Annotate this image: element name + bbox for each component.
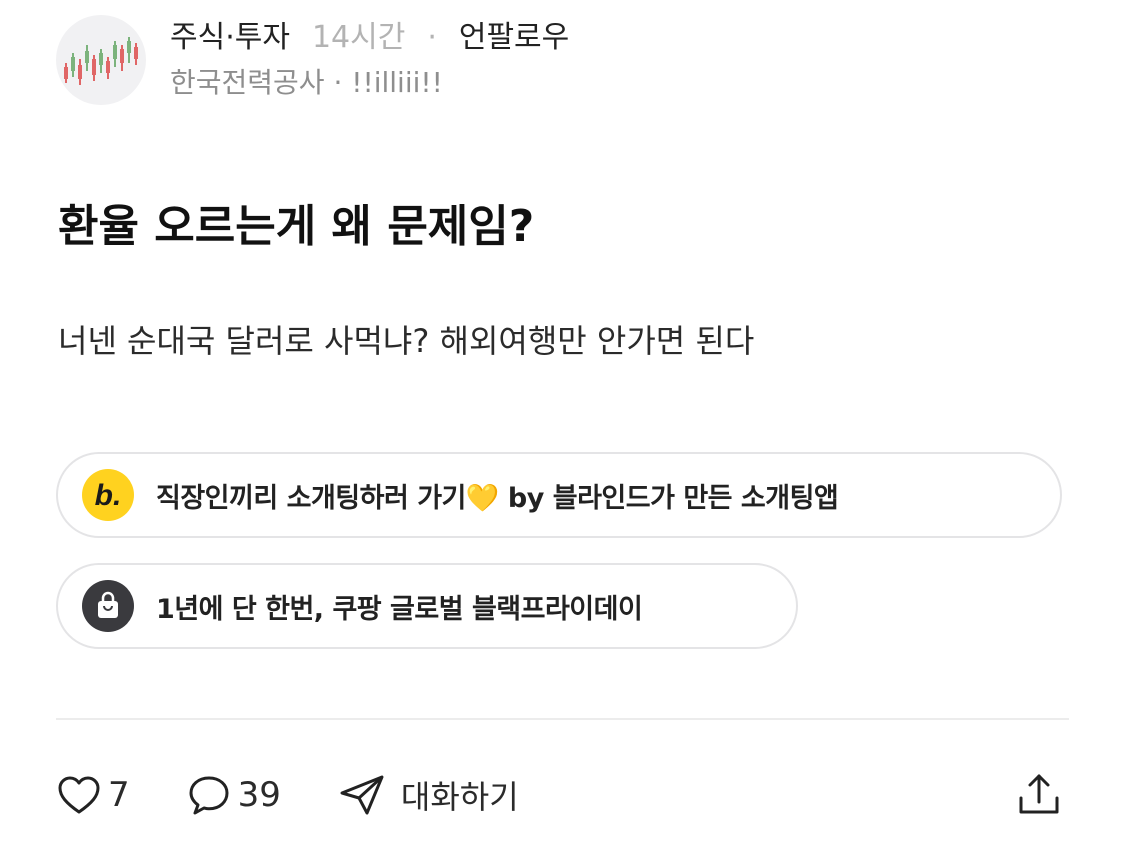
blind-b-logo-icon: b. [82, 469, 134, 521]
share-button[interactable] [1012, 768, 1066, 822]
heart-icon [58, 776, 100, 814]
divider [56, 718, 1069, 720]
comment-count: 39 [237, 775, 281, 815]
post-actions: 7 39 대화하기 [56, 770, 575, 820]
shopping-bag-icon [82, 580, 134, 632]
ad-banner-coupang[interactable]: 1년에 단 한번, 쿠팡 글로벌 블랙프라이데이 [56, 563, 798, 649]
post-meta: 주식·투자 14시간 · 언팔로우 한국전력공사 · !!illiii!! [170, 18, 569, 102]
post-title: 환율 오르는게 왜 문제임? [58, 201, 535, 252]
comment-button[interactable]: 39 [186, 773, 281, 817]
post-header: 주식·투자 14시간 · 언팔로우 한국전력공사 · !!illiii!! [56, 12, 569, 108]
unfollow-button[interactable]: 언팔로우 [459, 18, 569, 58]
author-company[interactable]: 한국전력공사 · !!illiii!! [170, 64, 569, 102]
like-button[interactable]: 7 [56, 774, 130, 816]
meta-top-row: 주식·투자 14시간 · 언팔로우 [170, 18, 569, 58]
ad-banner-label: 1년에 단 한번, 쿠팡 글로벌 블랙프라이데이 [156, 593, 643, 625]
like-count: 7 [108, 775, 130, 815]
meta-separator: · [427, 20, 437, 55]
ad-banner-blind-dating[interactable]: b. 직장인끼리 소개팅하러 가기💛 by 블라인드가 만든 소개팅앱 [56, 452, 1062, 538]
share-icon [1019, 774, 1059, 814]
post-body: 너넨 순대국 달러로 사먹냐? 해외여행만 안가면 된다 [58, 322, 755, 360]
message-label: 대화하기 [400, 778, 519, 816]
send-icon [340, 775, 384, 815]
post-time: 14시간 [311, 20, 406, 55]
blind-b-logo-letter: b. [95, 479, 122, 512]
speech-bubble-icon [189, 776, 229, 815]
message-button[interactable]: 대화하기 [337, 772, 519, 818]
stock-chart-icon [64, 37, 138, 85]
category-label[interactable]: 주식·투자 [170, 18, 290, 58]
ad-banner-label: 직장인끼리 소개팅하러 가기💛 by 블라인드가 만든 소개팅앱 [156, 482, 839, 514]
avatar[interactable] [56, 15, 146, 105]
